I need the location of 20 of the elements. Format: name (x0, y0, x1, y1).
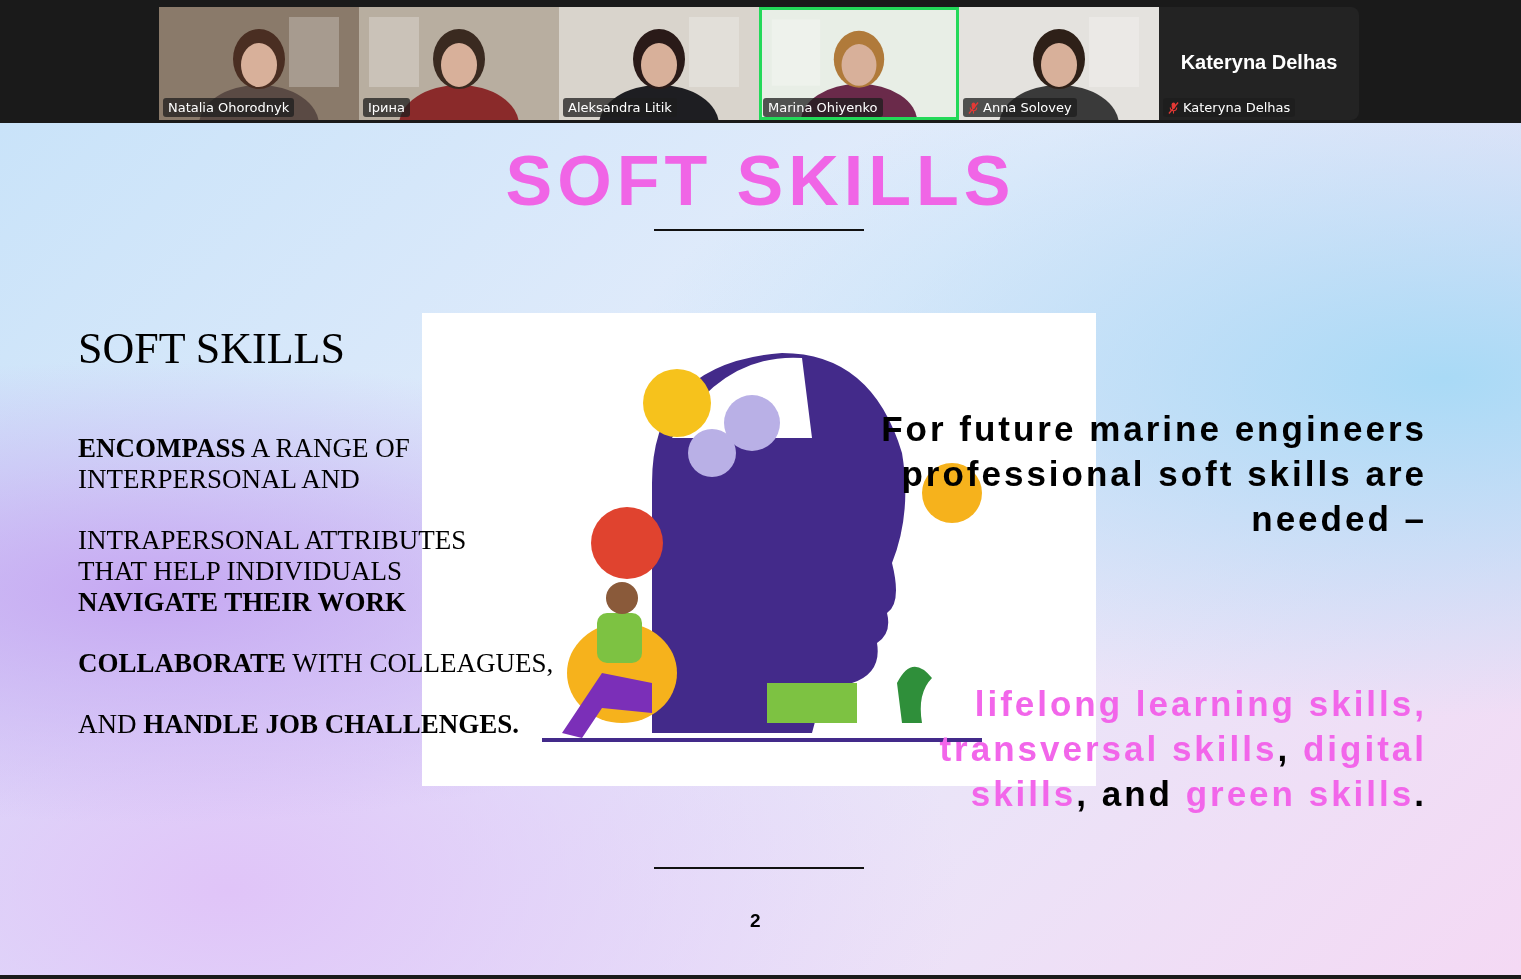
paragraph: AND HANDLE JOB CHALLENGES. (78, 709, 521, 740)
video-tile[interactable]: Aleksandra Litik (559, 7, 759, 120)
video-tile[interactable]: Natalia Ohorodnyk (159, 7, 359, 120)
participant-name: Kateryna Delhas (1179, 51, 1339, 74)
video-tile[interactable]: Ірина (359, 7, 559, 120)
paragraph: INTRAPERSONAL ATTRIBUTES THAT HELP INDIVIDUALS NAVIGATE THEIR WORK (78, 525, 468, 618)
slide-title: SOFT SKILLS (504, 141, 1017, 221)
participant-name: Kateryna Delhas (1183, 100, 1291, 115)
participant-name: Marina Ohiyenko (768, 100, 878, 115)
page-number: 2 (750, 910, 761, 932)
paragraph: COLLABORATE WITH COLLEAGUES, (78, 648, 554, 679)
slide-heading: SOFT SKILLS (78, 323, 345, 374)
video-tile[interactable]: Marina Ohiyenko (759, 7, 959, 120)
participant-name: Ірина (368, 100, 405, 115)
paragraph: ENCOMPASS A RANGE OF INTERPERSONAL AND (78, 433, 411, 495)
video-tile[interactable]: Kateryna Delhas Kateryna Delhas (1159, 7, 1359, 120)
participant-name: Aleksandra Litik (568, 100, 672, 115)
participant-name: Natalia Ohorodnyk (168, 100, 290, 115)
skills-list: lifelong learning skills, transversal skills, digital skills, and green skills. (867, 681, 1427, 816)
participant-name: Anna Solovey (983, 100, 1072, 115)
